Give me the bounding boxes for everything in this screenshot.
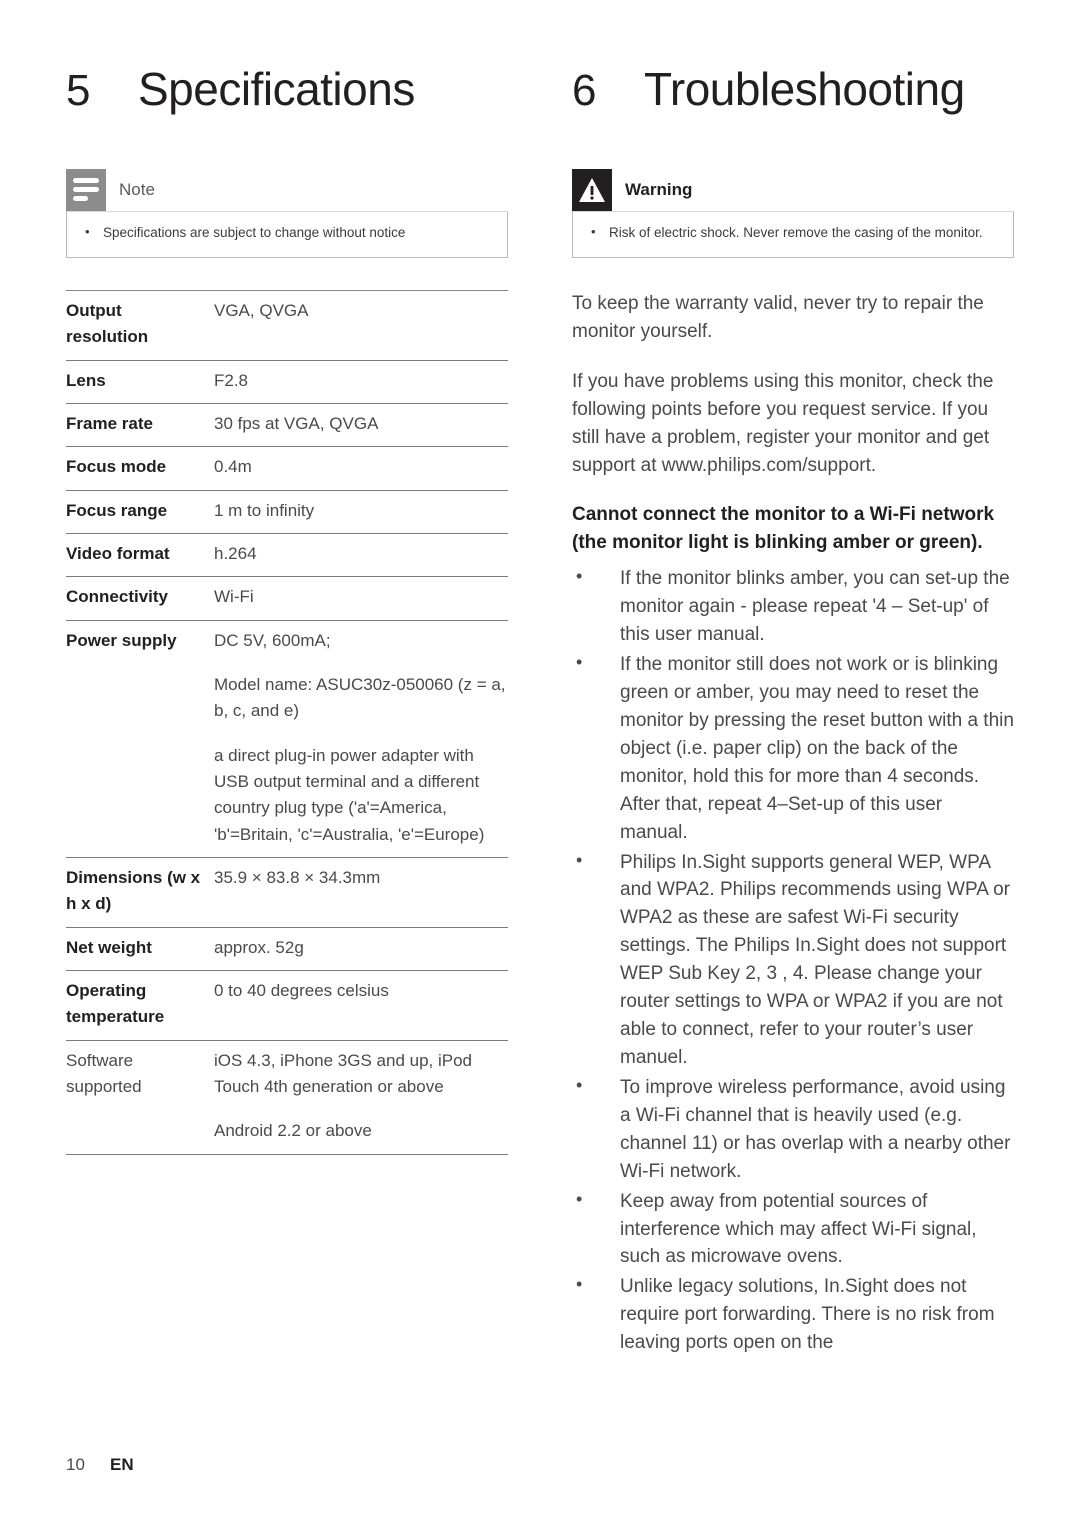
- warning-callout-body: Risk of electric shock. Never remove the…: [572, 211, 1014, 258]
- table-row: Dimensions (w x h x d) 35.9 × 83.8 × 34.…: [66, 857, 508, 928]
- spec-value-line: a direct plug-in power adapter with USB …: [214, 745, 485, 844]
- list-item: Unlike legacy solutions, In.Sight does n…: [572, 1271, 1014, 1357]
- spec-value: iOS 4.3, iPhone 3GS and up, iPod Touch 4…: [214, 1040, 508, 1155]
- table-row: Power supply DC 5V, 600mA; Model name: A…: [66, 620, 508, 859]
- troubleshooting-subheading: Cannot connect the monitor to a Wi-Fi ne…: [572, 504, 995, 554]
- right-column: 6 Troubleshooting Warning Risk of electr…: [572, 66, 1014, 1359]
- chapter-title: Troubleshooting: [644, 63, 965, 115]
- list-item: If the monitor still does not work or is…: [572, 649, 1014, 846]
- left-column: 5 Specifications Note Specifications are…: [66, 66, 508, 1155]
- spec-key: Lens: [66, 360, 214, 404]
- spec-value: h.264: [214, 533, 508, 578]
- spec-value-line: 35.9 × 83.8 × 34.3mm: [214, 868, 381, 888]
- spec-value-line: 30 fps at VGA, QVGA: [214, 413, 379, 433]
- page-footer: 10 EN: [66, 1455, 134, 1475]
- warning-label: Warning: [625, 180, 693, 199]
- table-row: Operating temperature 0 to 40 degrees ce…: [66, 970, 508, 1041]
- table-row: Focus mode 0.4m: [66, 446, 508, 491]
- spec-value-line: Model name: ASUC30z-050060 (z = a, b, c,…: [214, 675, 506, 721]
- spec-value-line: h.264: [214, 543, 257, 563]
- table-row: Net weight approx. 52g: [66, 927, 508, 972]
- spec-value-line: Wi-Fi: [214, 587, 254, 607]
- note-list: Specifications are subject to change wit…: [81, 222, 493, 244]
- spec-key: Frame rate: [66, 403, 214, 448]
- warning-icon: [572, 169, 612, 211]
- list-item: Specifications are subject to change wit…: [81, 222, 493, 244]
- chapter-number: 5: [66, 66, 90, 115]
- chapter-title: Specifications: [138, 63, 415, 115]
- warning-callout-header: Warning: [572, 169, 1014, 211]
- specifications-table: Output resolution VGA, QVGA Lens F2.8 Fr…: [66, 289, 508, 1155]
- spec-value-line: DC 5V, 600mA;: [214, 630, 331, 650]
- table-row: Frame rate 30 fps at VGA, QVGA: [66, 403, 508, 448]
- note-icon: [66, 169, 106, 211]
- table-row: Lens F2.8: [66, 360, 508, 404]
- list-item: Risk of electric shock. Never remove the…: [587, 222, 999, 244]
- spec-value-line: VGA, QVGA: [214, 300, 309, 320]
- troubleshooting-tips-list: If the monitor blinks amber, you can set…: [572, 563, 1014, 1357]
- note-icon-bars: [73, 178, 99, 203]
- spec-key: Connectivity: [66, 576, 214, 621]
- spec-value: VGA, QVGA: [214, 289, 508, 361]
- spec-value: 0 to 40 degrees celsius: [214, 970, 508, 1041]
- chapter-number: 6: [572, 66, 596, 115]
- spec-value-line: 0.4m: [214, 457, 252, 477]
- spec-key: Focus range: [66, 490, 214, 534]
- spec-value: 1 m to infinity: [214, 490, 508, 534]
- spec-value-line: 0 to 40 degrees celsius: [214, 981, 389, 1001]
- intro-paragraph-2: If you have problems using this monitor,…: [572, 370, 994, 476]
- spec-key: Software supported: [66, 1040, 214, 1155]
- spec-value: F2.8: [214, 360, 508, 404]
- spec-value-line: Android 2.2 or above: [214, 1121, 372, 1141]
- table-row: Video format h.264: [66, 533, 508, 578]
- spec-value: 30 fps at VGA, QVGA: [214, 403, 508, 448]
- list-item: If the monitor blinks amber, you can set…: [572, 563, 1014, 649]
- spec-value: DC 5V, 600mA; Model name: ASUC30z-050060…: [214, 620, 508, 859]
- list-item: Philips In.Sight supports general WEP, W…: [572, 847, 1014, 1072]
- spec-value: 0.4m: [214, 446, 508, 491]
- language-code: EN: [110, 1455, 134, 1474]
- table-row: Software supported iOS 4.3, iPhone 3GS a…: [66, 1040, 508, 1155]
- spec-value-line: approx. 52g: [214, 937, 304, 957]
- spec-value-line: iOS 4.3, iPhone 3GS and up, iPod Touch 4…: [214, 1050, 473, 1097]
- list-item: To improve wireless performance, avoid u…: [572, 1072, 1014, 1186]
- spec-key: Power supply: [66, 620, 214, 859]
- note-label: Note: [119, 180, 155, 199]
- list-item: Keep away from potential sources of inte…: [572, 1186, 1014, 1272]
- note-callout-header: Note: [66, 169, 508, 211]
- spec-key: Focus mode: [66, 446, 214, 491]
- table-row: Connectivity Wi-Fi: [66, 576, 508, 621]
- warning-callout: Warning Risk of electric shock. Never re…: [572, 169, 1014, 258]
- warning-list: Risk of electric shock. Never remove the…: [587, 222, 999, 244]
- spec-value-line: 1 m to infinity: [214, 500, 315, 520]
- chapter-heading-troubleshooting: 6 Troubleshooting: [572, 66, 1014, 113]
- note-callout: Note Specifications are subject to chang…: [66, 169, 508, 258]
- document-page: 5 Specifications Note Specifications are…: [0, 0, 1080, 1527]
- spec-key: Operating temperature: [66, 970, 214, 1041]
- table-row: Focus range 1 m to infinity: [66, 490, 508, 534]
- spec-key: Net weight: [66, 927, 214, 972]
- spec-value-line: F2.8: [214, 370, 249, 390]
- page-number: 10: [66, 1455, 85, 1474]
- chapter-heading-specifications: 5 Specifications: [66, 66, 508, 113]
- spec-key: Output resolution: [66, 289, 214, 361]
- note-callout-body: Specifications are subject to change wit…: [66, 211, 508, 258]
- spec-value: approx. 52g: [214, 927, 508, 972]
- table-row: Output resolution VGA, QVGA: [66, 289, 508, 361]
- spec-value: Wi-Fi: [214, 576, 508, 621]
- spec-key: Dimensions (w x h x d): [66, 857, 214, 928]
- spec-value: 35.9 × 83.8 × 34.3mm: [214, 857, 508, 928]
- spec-key: Video format: [66, 533, 214, 578]
- intro-paragraph-1: To keep the warranty valid, never try to…: [572, 292, 984, 342]
- warning-triangle-icon: [579, 178, 605, 202]
